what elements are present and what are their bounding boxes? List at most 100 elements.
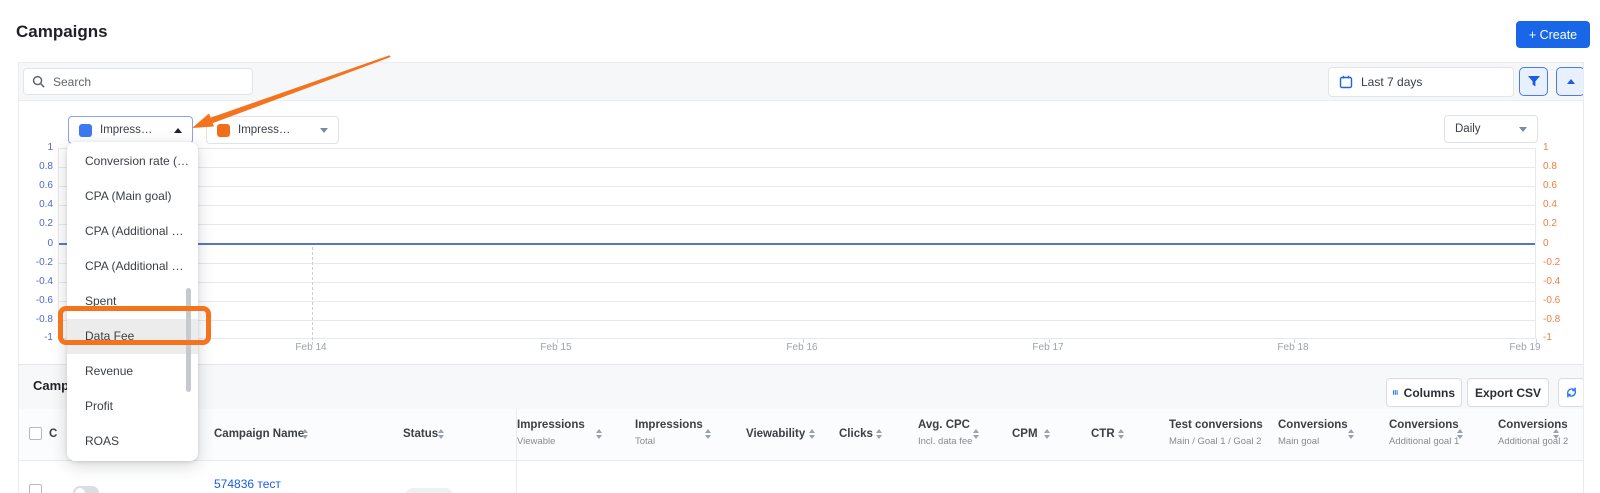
menu-item-revenue[interactable]: Revenue (67, 354, 198, 389)
refresh-icon (1565, 386, 1578, 399)
header-impressions-total-sub: Total (635, 436, 655, 447)
date-range-label: Last 7 days (1361, 75, 1422, 89)
sort-icon[interactable] (438, 429, 444, 439)
menu-item-cpa-add2[interactable]: CPA (Additional … (67, 249, 198, 284)
series-picker-1[interactable]: Impress… (68, 116, 193, 144)
sort-icon[interactable] (596, 429, 602, 439)
header-conversions-main[interactable]: Conversions (1278, 419, 1348, 431)
x-axis-tick: Feb 16 (786, 342, 817, 353)
columns-button[interactable]: Columns (1386, 378, 1462, 407)
chevron-up-icon (1567, 79, 1575, 84)
y-axis-left-tick: 0 (21, 238, 53, 249)
sort-icon[interactable] (1457, 429, 1463, 439)
series-1-color-swatch (79, 124, 92, 137)
row-toggle[interactable] (73, 486, 99, 493)
y-axis-right-tick: -0.8 (1543, 314, 1579, 325)
select-all-checkbox[interactable] (29, 427, 42, 440)
series-line-zero (59, 243, 1535, 245)
page-title: Campaigns (16, 22, 108, 42)
y-axis-left-tick: 0.8 (21, 161, 53, 172)
sort-icon[interactable] (1118, 429, 1124, 439)
y-axis-right-tick: 0.4 (1543, 199, 1579, 210)
chart-plot-area (58, 148, 1536, 339)
header-test-conversions-sub: Main / Goal 1 / Goal 2 (1169, 436, 1261, 447)
filter-icon (1527, 75, 1541, 88)
campaign-name-link[interactable]: 574836 тест (214, 477, 281, 491)
x-axis-tick: Feb 19 (1509, 342, 1540, 353)
header-campaign-name[interactable]: Campaign Name (214, 428, 304, 440)
campaigns-page: Campaigns + Create Last 7 days (0, 0, 1600, 493)
series-picker-2[interactable]: Impress… (206, 116, 339, 144)
header-clicks[interactable]: Clicks (839, 428, 873, 440)
chevron-up-icon (174, 128, 182, 133)
granularity-select[interactable]: Daily (1444, 115, 1538, 143)
sort-icon[interactable] (1553, 429, 1559, 439)
y-axis-right-tick: -0.4 (1543, 276, 1579, 287)
y-axis-right-tick: 0.2 (1543, 218, 1579, 229)
header-cpm[interactable]: CPM (1012, 428, 1038, 440)
header-viewability[interactable]: Viewability (746, 428, 805, 440)
header-impressions-viewable-sub: Viewable (517, 436, 555, 447)
header-ctr[interactable]: CTR (1091, 428, 1115, 440)
y-axis-left-tick: 0.6 (21, 180, 53, 191)
y-axis-right-tick: 0.8 (1543, 161, 1579, 172)
search-box[interactable] (23, 68, 253, 95)
header-avg-cpc-sub: Incl. data fee (918, 436, 972, 447)
series-2-label: Impress… (238, 124, 312, 136)
sort-icon[interactable] (809, 429, 815, 439)
header-avg-cpc[interactable]: Avg. CPC (918, 419, 970, 431)
series-1-label: Impress… (100, 124, 166, 136)
header-hidden-col[interactable]: C (49, 428, 57, 440)
menu-item-spent[interactable]: Spent (67, 284, 198, 319)
header-impressions-total[interactable]: Impressions (635, 419, 703, 431)
main-panel: Last 7 days Impress… Impress… Daily (18, 62, 1584, 493)
y-axis-right-tick: -0.2 (1543, 257, 1579, 268)
menu-item-roas[interactable]: ROAS (67, 424, 198, 459)
sort-icon[interactable] (302, 429, 308, 439)
x-axis-tick: Feb 18 (1277, 342, 1308, 353)
filter-button[interactable] (1519, 67, 1548, 96)
header-conversions-add1[interactable]: Conversions (1389, 419, 1459, 431)
export-csv-button[interactable]: Export CSV (1467, 378, 1549, 407)
menu-item-data-fee[interactable]: Data Fee (67, 319, 198, 354)
menu-item-profit[interactable]: Profit (67, 389, 198, 424)
y-axis-left-tick: -0.4 (21, 276, 53, 287)
collapse-chart-button[interactable] (1556, 67, 1584, 96)
menu-item-cpa-add1[interactable]: CPA (Additional … (67, 214, 198, 249)
columns-icon (1393, 387, 1398, 398)
y-axis-right-tick: 1 (1543, 142, 1579, 153)
search-input[interactable] (51, 74, 244, 90)
header-conversions-main-sub: Main goal (1278, 436, 1319, 447)
search-icon (32, 75, 45, 88)
y-axis-right-tick: -1 (1543, 332, 1579, 343)
y-axis-right-tick: -0.6 (1543, 295, 1579, 306)
y-axis-right-tick: 0.6 (1543, 180, 1579, 191)
menu-scrollbar-thumb[interactable] (186, 288, 191, 392)
header-impressions-viewable[interactable]: Impressions (517, 419, 585, 431)
sort-icon[interactable] (876, 429, 882, 439)
chevron-down-icon (320, 128, 328, 133)
date-range-picker[interactable]: Last 7 days (1328, 67, 1514, 97)
y-axis-left-tick: -0.2 (21, 257, 53, 268)
sort-icon[interactable] (973, 429, 979, 439)
series-2-color-swatch (217, 124, 230, 137)
refresh-button[interactable] (1558, 378, 1584, 407)
y-axis-right-tick: 0 (1543, 238, 1579, 249)
menu-item-conversion-rate[interactable]: Conversion rate (… (67, 144, 198, 179)
status-badge (405, 488, 453, 493)
y-axis-left-tick: -0.6 (21, 295, 53, 306)
y-axis-left-tick: 1 (21, 142, 53, 153)
export-csv-label: Export CSV (1475, 386, 1541, 400)
x-axis-tick: Feb 17 (1032, 342, 1063, 353)
row-checkbox[interactable] (29, 484, 42, 493)
chevron-down-icon (1519, 127, 1527, 132)
y-axis-left-tick: -1 (21, 332, 53, 343)
sort-icon[interactable] (705, 429, 711, 439)
sort-icon[interactable] (1348, 429, 1354, 439)
create-button[interactable]: + Create (1516, 21, 1590, 48)
header-test-conversions: Test conversions (1169, 419, 1263, 431)
header-status[interactable]: Status (403, 428, 438, 440)
y-axis-left-tick: 0.4 (21, 199, 53, 210)
menu-item-cpa-main[interactable]: CPA (Main goal) (67, 179, 198, 214)
sort-icon[interactable] (1044, 429, 1050, 439)
